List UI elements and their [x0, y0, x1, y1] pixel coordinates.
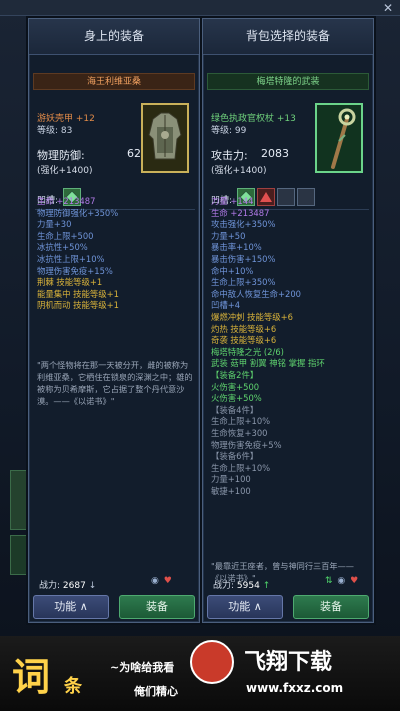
watermark-logo-icon: [190, 640, 234, 684]
arrow-up-icon: ↑: [262, 581, 271, 591]
watermark-title: 飞翔下载: [244, 650, 333, 675]
equipped-item-panel: 身上的装备 海王利维亚桑 游妖壳甲 +12 等级: 83 物理防御: 6254 …: [28, 18, 200, 623]
stat-line: 生命上限+10%: [211, 462, 271, 473]
stat-line: 荆棘 技能等级+1: [37, 277, 103, 288]
main-stat-label: 攻击力:: [211, 149, 248, 162]
stat-line: 【装备6件】: [211, 451, 259, 462]
stat-line: 【装备4件】: [211, 404, 259, 415]
power-label: 战力:: [39, 581, 61, 591]
item-level: 等级: 99: [211, 126, 247, 136]
stat-line: 力量 +144: [211, 196, 254, 206]
stat-line: 武装 菇甲 割翼 神铭 掌握 指环: [211, 358, 325, 369]
stat-line: 力量+50: [211, 230, 246, 241]
stat-line: 生命 +213487: [211, 207, 270, 218]
function-button[interactable]: 功能 ∧: [33, 595, 109, 619]
enhance-value: (强化+1400): [211, 166, 267, 176]
heart-icon[interactable]: ♥: [164, 576, 172, 586]
heart-icon[interactable]: ♥: [350, 576, 358, 586]
top-bar: ✕: [0, 0, 400, 16]
stat-line: 火伤害+500: [211, 381, 260, 392]
staff-icon[interactable]: [315, 103, 363, 173]
stat-line: 生命上限+10%: [211, 416, 271, 427]
watermark-url: www.fxxz.com: [246, 681, 344, 695]
stat-line: 【装备2件】: [211, 370, 259, 380]
stat-line: 阴机而动 技能等级+1: [37, 300, 120, 311]
stat-line: 灼热 技能等级+6: [211, 323, 277, 334]
stat-line: 梅塔特隆之光 (2/6): [211, 346, 284, 357]
stat-line: 冰抗性+50%: [37, 242, 88, 253]
stat-line: 爆燃冲刺 技能等级+6: [211, 312, 294, 322]
stat-line: 力量+100: [211, 474, 251, 485]
stat-line: 生命 +213487: [37, 196, 96, 206]
stat-line: 敏捷+100: [211, 486, 251, 496]
side-tab-2[interactable]: [10, 535, 28, 575]
swap-icon[interactable]: ⇅: [325, 576, 333, 586]
equip-button[interactable]: 装备: [293, 595, 369, 619]
arrow-down-icon: ↓: [88, 581, 97, 591]
panel-title: 背包选择的装备: [203, 19, 373, 55]
promo-line-1: ~为啥给我看: [110, 661, 175, 674]
chat-icon[interactable]: ◉: [151, 576, 159, 586]
stat-line: 物理伤害免疫+5%: [211, 439, 282, 450]
power-compare-icons: ◉ ♥: [149, 576, 189, 588]
combat-power: 战力: 5954 ↑: [213, 578, 270, 591]
power-label: 战力:: [213, 581, 235, 591]
selected-item-panel: 背包选择的装备 梅塔特隆的武装 绿色执政官权杖 +13 等级: 99 攻击力: …: [202, 18, 374, 623]
stat-line: 物理防御强化+350%: [37, 207, 119, 218]
panel-title: 身上的装备: [29, 19, 199, 55]
stat-line: 生命上限+500: [37, 230, 94, 241]
stat-line: 能量集中 技能等级+1: [37, 288, 120, 299]
close-button[interactable]: ✕: [380, 0, 396, 16]
banner-small-char: 条: [64, 676, 82, 697]
stat-line: 攻击强化+350%: [211, 219, 276, 230]
stat-line: 暴击率+10%: [211, 242, 262, 253]
stat-line: 凹槽+4: [211, 300, 241, 311]
stat-line: 命中敌人恢复生命+200: [211, 288, 302, 299]
gem-socket-empty[interactable]: [277, 188, 295, 206]
enhance-value: (强化+1400): [37, 166, 93, 176]
stat-line: 奇袭 技能等级+6: [211, 335, 277, 346]
item-lore: "两个怪物将在那一天被分开，雌的被称为利维亚桑，它栖住在锁泉的深渊之中；雄的被称…: [37, 360, 193, 406]
promo-line-2: 俺们精心: [134, 685, 178, 698]
power-value: 5954: [236, 581, 260, 591]
item-name: 梅塔特隆的武装: [207, 73, 369, 90]
main-stat-value: 2083: [261, 147, 289, 160]
armor-icon[interactable]: [141, 103, 189, 173]
main-stat-label: 物理防御:: [37, 149, 85, 162]
stat-line: 暴击伤害+150%: [211, 254, 276, 264]
chat-icon[interactable]: ◉: [337, 576, 345, 586]
stat-line: 生命恢复+300: [211, 428, 268, 438]
stat-line: 命中+10%: [211, 265, 254, 276]
power-value: 2687: [62, 581, 86, 591]
combat-power: 战力: 2687 ↓: [39, 578, 96, 591]
item-name: 海王利维亚桑: [33, 73, 195, 90]
power-compare-icons: ⇅ ◉ ♥: [323, 576, 363, 588]
stat-line: 冰抗性上限+10%: [37, 254, 105, 264]
stat-line: 力量+30: [37, 219, 72, 230]
gem-socket-empty[interactable]: [297, 188, 315, 206]
equip-button[interactable]: 装备: [119, 595, 195, 619]
stat-line: 物理伤害免疫+15%: [37, 265, 113, 276]
gem-socket-red[interactable]: [257, 188, 275, 206]
item-level: 等级: 83: [37, 126, 73, 136]
function-button[interactable]: 功能 ∧: [207, 595, 283, 619]
stat-line: 火伤害+50%: [211, 393, 262, 404]
stat-line: 生命上限+350%: [211, 277, 276, 288]
banner-big-char: 词: [12, 654, 51, 699]
side-tab[interactable]: [10, 470, 28, 530]
